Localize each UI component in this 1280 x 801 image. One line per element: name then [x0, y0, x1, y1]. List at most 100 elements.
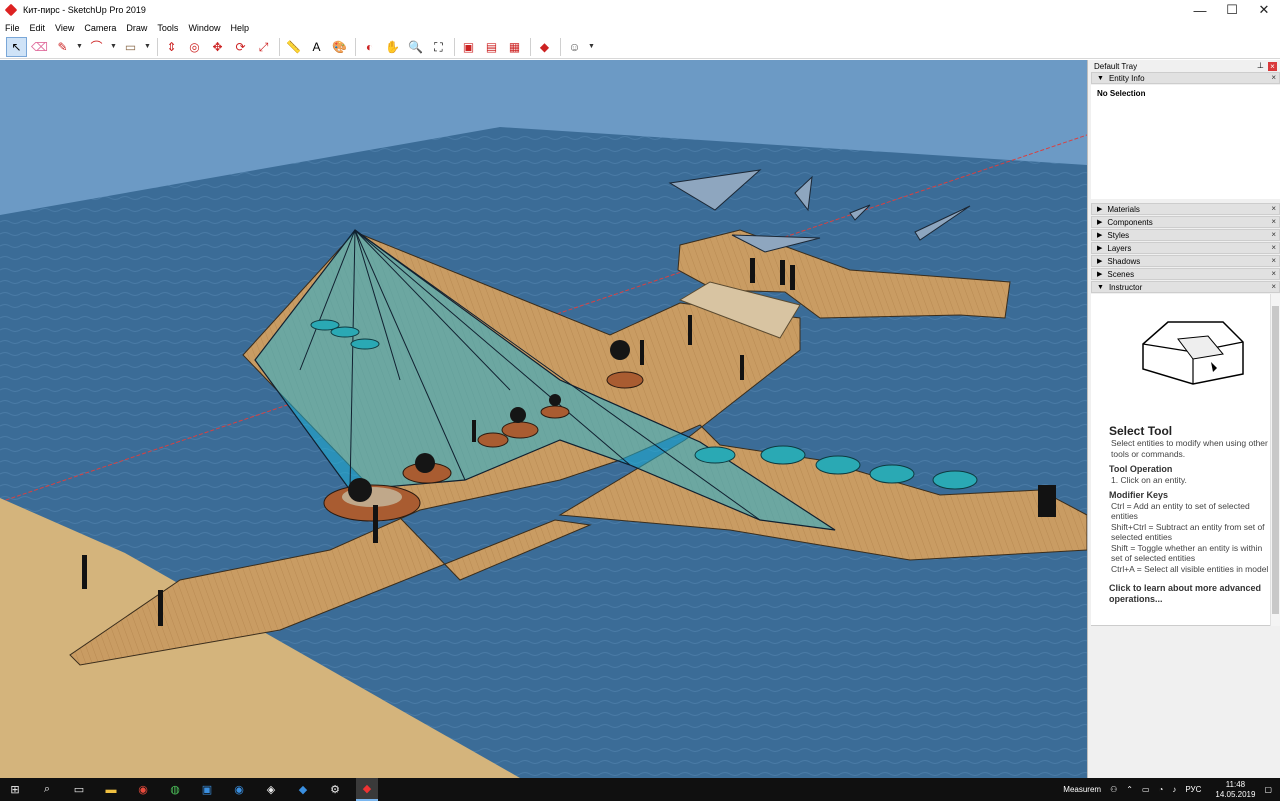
people-icon[interactable]: ⚇ [1110, 785, 1117, 794]
menu-edit[interactable]: Edit [25, 23, 51, 33]
network-icon[interactable]: ◔ [1159, 785, 1164, 794]
clock[interactable]: 11:48 14.05.2019 [1215, 780, 1255, 800]
panel-close-icon[interactable]: × [1271, 256, 1276, 265]
modifier-key-ctrl: Ctrl = Add an entity to set of selected … [1111, 500, 1250, 522]
volume-icon[interactable]: ♪ [1172, 785, 1176, 794]
triangle-right-icon: ▶ [1097, 271, 1103, 278]
menu-tools[interactable]: Tools [152, 23, 183, 33]
tray-close-button[interactable]: × [1268, 62, 1277, 71]
notification-icon[interactable]: ▢ [1264, 785, 1272, 794]
window-controls: — ☐ ✕ [1184, 0, 1280, 20]
task-view-icon[interactable]: ▭ [68, 778, 90, 801]
toolbar-divider [355, 37, 356, 56]
app-icon[interactable]: ◈ [260, 778, 282, 801]
settings-icon[interactable]: ⚙ [324, 778, 346, 801]
arc-tool-button[interactable]: ⌒ [86, 37, 107, 57]
zoom-tool-button[interactable]: 🔍 [405, 37, 426, 57]
scale-tool-button[interactable]: ⤢ [253, 37, 274, 57]
layout-button[interactable]: ▦ [504, 37, 525, 57]
panel-close-icon[interactable]: × [1271, 217, 1276, 226]
panel-label: Layers [1107, 243, 1132, 253]
line-tool-button[interactable]: ✎ [52, 37, 73, 57]
panel-instructor[interactable]: ▼ Instructor × [1091, 281, 1280, 293]
select-tool-button[interactable]: ↖ [6, 36, 27, 57]
move-tool-button[interactable]: ✥ [207, 37, 228, 57]
panel-layers[interactable]: ▶ Layers × [1091, 242, 1280, 254]
text-tool-button[interactable]: A [306, 37, 327, 57]
modeling-viewport[interactable] [0, 60, 1087, 778]
account-dropdown-icon[interactable]: ▼ [587, 37, 596, 57]
extension-warehouse-button[interactable]: ▤ [481, 37, 502, 57]
language-indicator[interactable]: РУС [1185, 785, 1201, 794]
modifier-key-ctrl-a: Ctrl+A = Select all visible entities in … [1111, 563, 1269, 574]
close-button[interactable]: ✕ [1248, 0, 1280, 20]
maximize-button[interactable]: ☐ [1216, 0, 1248, 20]
default-tray: Default Tray ⊥ × ▼ Entity Info × No Sele… [1087, 60, 1280, 778]
modifier-key-shift: Shift = Toggle whether an entity is with… [1111, 542, 1263, 564]
panel-scenes[interactable]: ▶ Scenes × [1091, 268, 1280, 280]
menu-file[interactable]: File [0, 23, 25, 33]
line-dropdown-icon[interactable]: ▼ [75, 37, 84, 57]
panel-materials[interactable]: ▶ Materials × [1091, 203, 1280, 215]
panel-label: Shadows [1107, 256, 1141, 266]
app-icon[interactable]: ◆ [292, 778, 314, 801]
windows-taskbar: ⊞ ⌕ ▭ ▬ ◉ ◍ ▣ ◉ ◈ ◆ ⚙ ◆ Measurem ⚇ ⌃ ▭ ◔… [0, 778, 1280, 801]
account-button[interactable]: ☺ [564, 37, 585, 57]
instructor-scrollbar[interactable] [1270, 294, 1280, 626]
panel-entity-info[interactable]: ▼ Entity Info × [1091, 72, 1280, 84]
panel-close-icon[interactable]: × [1271, 269, 1276, 278]
rectangle-tool-button[interactable]: ▭ [120, 37, 141, 57]
windows-start-icon[interactable]: ⊞ [4, 778, 26, 801]
panel-close-icon[interactable]: × [1271, 230, 1276, 239]
chevron-up-icon[interactable]: ⌃ [1126, 785, 1133, 794]
3d-warehouse-button[interactable]: ▣ [458, 37, 479, 57]
pin-icon[interactable]: ⊥ [1257, 61, 1264, 70]
offset-tool-button[interactable]: ◎ [184, 37, 205, 57]
minimize-button[interactable]: — [1184, 0, 1216, 20]
pan-tool-button[interactable]: ✋ [382, 37, 403, 57]
advanced-operations-link[interactable]: Click to learn about more advanced opera… [1109, 583, 1269, 604]
tool-operation-heading: Tool Operation [1109, 464, 1173, 474]
toolbar-divider [530, 37, 531, 56]
status-text: Measurem [1063, 785, 1102, 794]
panel-shadows[interactable]: ▶ Shadows × [1091, 255, 1280, 267]
ruby-console-button[interactable]: ◆ [534, 37, 555, 57]
shape-dropdown-icon[interactable]: ▼ [143, 37, 152, 57]
sketchup-taskbar-icon[interactable]: ◆ [356, 778, 378, 801]
panel-close-icon[interactable]: × [1271, 73, 1276, 82]
panel-components[interactable]: ▶ Components × [1091, 216, 1280, 228]
triangle-down-icon: ▼ [1097, 74, 1104, 82]
menu-view[interactable]: View [50, 23, 79, 33]
orbit-tool-button[interactable]: ◐ [359, 37, 380, 57]
sketchup-logo-icon [4, 3, 18, 17]
toolbar-divider [560, 37, 561, 56]
menu-window[interactable]: Window [183, 23, 225, 33]
menu-draw[interactable]: Draw [121, 23, 152, 33]
menu-camera[interactable]: Camera [79, 23, 121, 33]
pier-model-scene[interactable] [0, 60, 1087, 778]
clock-time: 11:48 [1225, 779, 1246, 789]
panel-close-icon[interactable]: × [1271, 282, 1276, 291]
whatsapp-icon[interactable]: ◍ [164, 778, 186, 801]
zoom-extents-tool-button[interactable]: ⛶ [428, 37, 449, 57]
eraser-tool-button[interactable]: ⌫ [29, 37, 50, 57]
tape-measure-tool-button[interactable]: 📏 [283, 37, 304, 57]
panel-close-icon[interactable]: × [1271, 243, 1276, 252]
search-icon[interactable]: ⌕ [36, 778, 58, 801]
entity-info-body: No Selection [1091, 85, 1280, 199]
chrome-icon[interactable]: ◉ [132, 778, 154, 801]
app-icon[interactable]: ▣ [196, 778, 218, 801]
zoom-app-icon[interactable]: ◉ [228, 778, 250, 801]
instructor-body: Select Tool Select entities to modify wh… [1091, 294, 1280, 626]
paint-bucket-tool-button[interactable]: 🎨 [329, 37, 350, 57]
push-pull-tool-button[interactable]: ⇕ [161, 37, 182, 57]
panel-close-icon[interactable]: × [1271, 204, 1276, 213]
panel-styles[interactable]: ▶ Styles × [1091, 229, 1280, 241]
rotate-tool-button[interactable]: ⟳ [230, 37, 251, 57]
battery-icon[interactable]: ▭ [1142, 785, 1150, 794]
menu-help[interactable]: Help [225, 23, 254, 33]
arc-dropdown-icon[interactable]: ▼ [109, 37, 118, 57]
triangle-right-icon: ▶ [1097, 258, 1103, 265]
file-explorer-icon[interactable]: ▬ [100, 778, 122, 801]
scrollbar-thumb[interactable] [1272, 306, 1279, 614]
